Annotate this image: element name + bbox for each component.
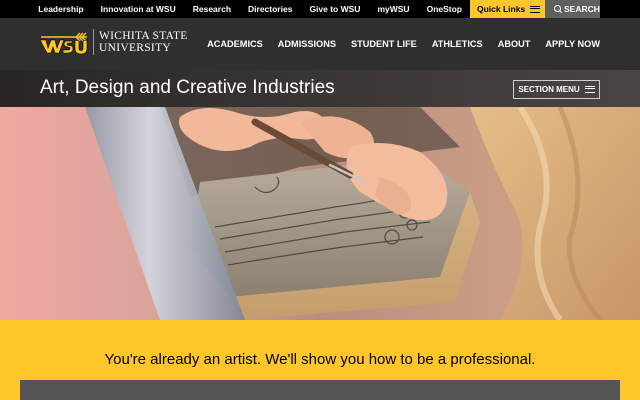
shocker-logo-mark: [39, 32, 88, 55]
utility-link-innovation[interactable]: Innovation at WSU: [101, 4, 176, 14]
logo-divider: [93, 29, 94, 55]
search-icon: [554, 5, 562, 13]
logo-line-2: University: [99, 42, 171, 54]
printmaking-photo: [0, 107, 640, 320]
main-header: Wichita State University ACADEMICS ADMIS…: [0, 18, 640, 70]
quick-links-button[interactable]: Quick Links: [470, 0, 545, 18]
nav-about[interactable]: ABOUT: [498, 39, 531, 49]
search-label: SEARCH: [564, 4, 600, 14]
callout-tagline: You're already an artist. We'll show you…: [104, 351, 536, 368]
section-menu-label: SECTION MENU: [518, 85, 580, 94]
quick-links-label: Quick Links: [477, 4, 526, 14]
utility-link-onestop[interactable]: OneStop: [427, 4, 462, 14]
nav-apply-now[interactable]: APPLY NOW: [545, 39, 600, 49]
logo-line-1: Wichita State: [99, 30, 188, 42]
search-button[interactable]: SEARCH: [545, 0, 600, 18]
utility-link-directories[interactable]: Directories: [248, 4, 292, 14]
content-panel: [20, 380, 620, 400]
utility-links: Leadership Innovation at WSU Research Di…: [0, 0, 470, 18]
utility-bar: Leadership Innovation at WSU Research Di…: [0, 0, 640, 18]
main-nav: ACADEMICS ADMISSIONS STUDENT LIFE ATHLET…: [192, 18, 600, 70]
nav-athletics[interactable]: ATHLETICS: [432, 39, 483, 49]
utility-link-research[interactable]: Research: [193, 4, 231, 14]
hero-image: [0, 107, 640, 320]
utility-link-mywsu[interactable]: myWSU: [377, 4, 409, 14]
utility-link-leadership[interactable]: Leadership: [38, 4, 83, 14]
nav-student-life[interactable]: STUDENT LIFE: [351, 39, 417, 49]
nav-academics[interactable]: ACADEMICS: [207, 39, 263, 49]
utility-link-give[interactable]: Give to WSU: [309, 4, 360, 14]
section-menu-button[interactable]: SECTION MENU: [513, 80, 600, 99]
page-title: Art, Design and Creative Industries: [40, 77, 335, 98]
logo-wordmark: Wichita State University: [99, 30, 188, 54]
wsu-logo[interactable]: Wichita State University: [38, 28, 188, 56]
nav-admissions[interactable]: ADMISSIONS: [278, 39, 336, 49]
hamburger-icon: [584, 86, 595, 93]
hamburger-icon: [530, 5, 541, 13]
